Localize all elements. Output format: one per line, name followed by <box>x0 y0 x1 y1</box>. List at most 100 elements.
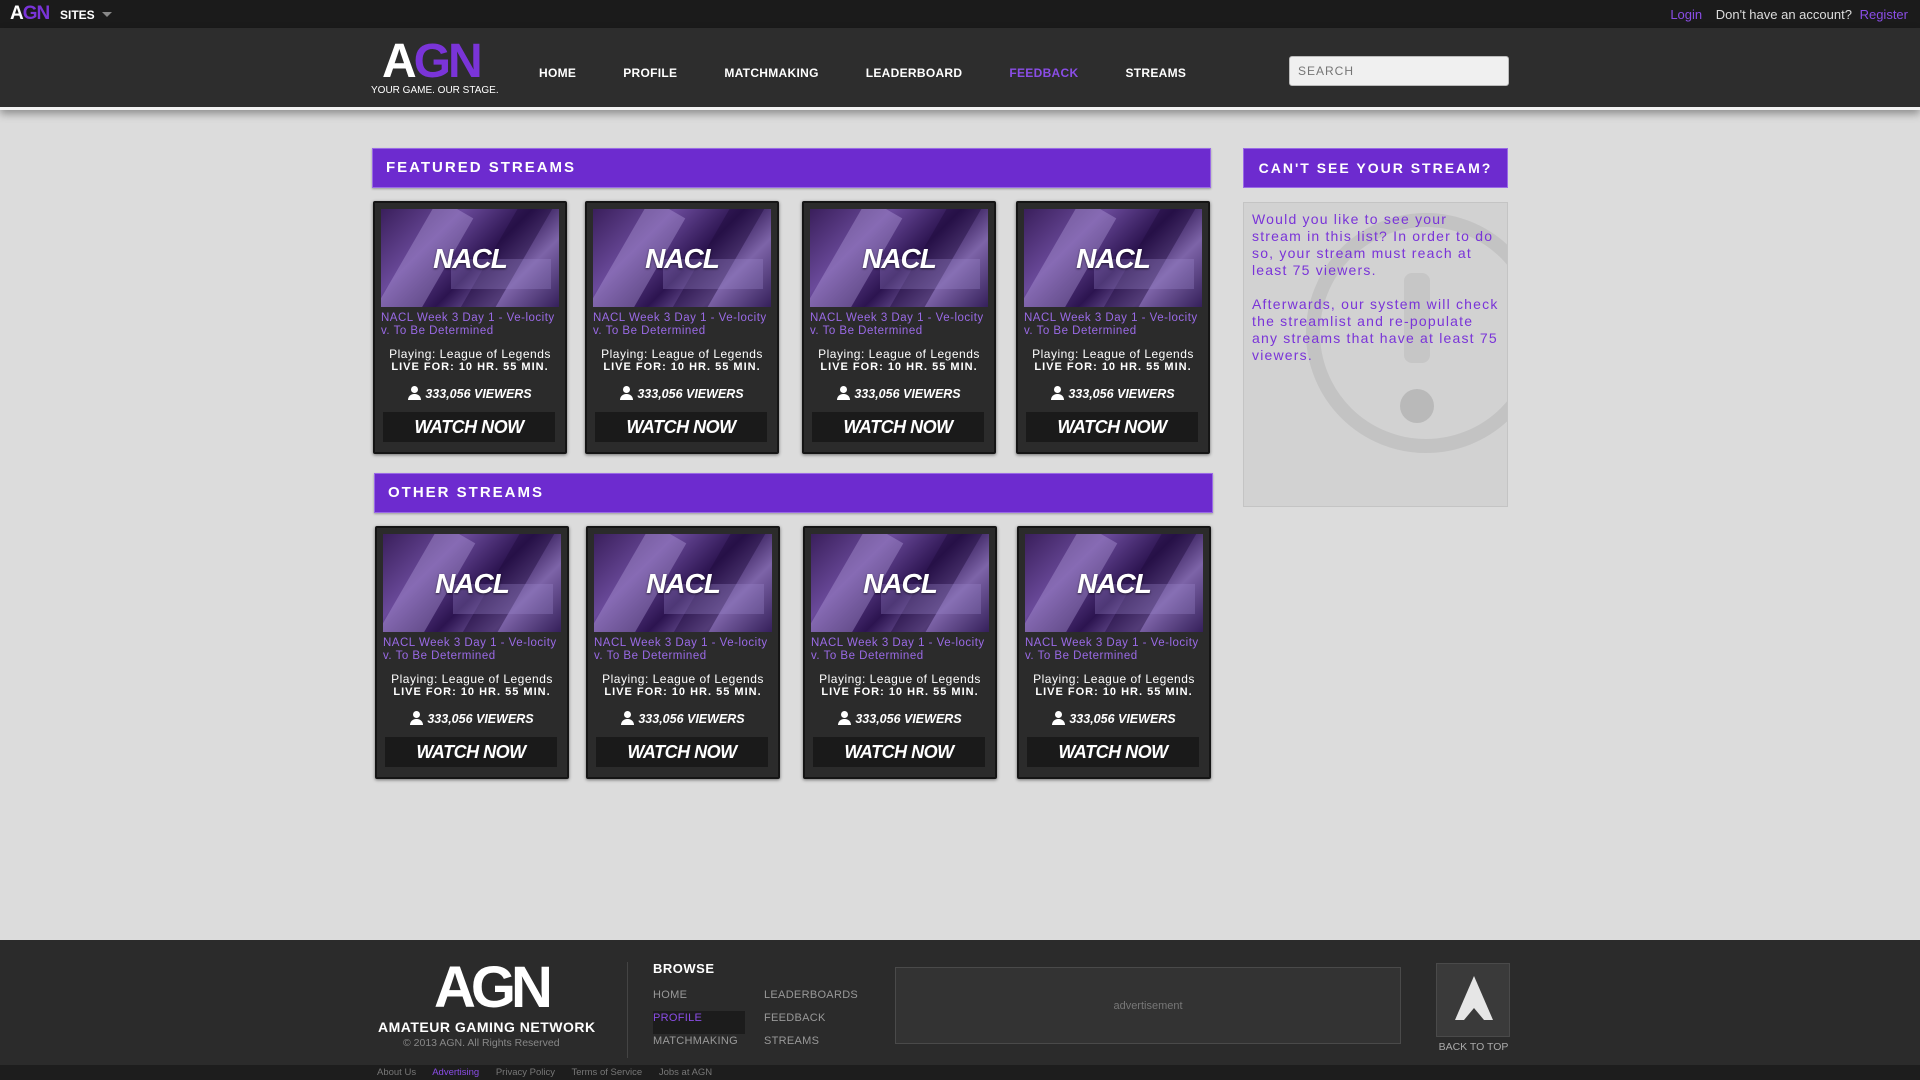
bottom-link-advertising[interactable]: Advertising <box>432 1067 479 1078</box>
account-links: Login Don't have an account? Register <box>1670 7 1908 22</box>
stream-game: Playing: League of Legends <box>819 672 981 686</box>
thumbnail-label: NACL <box>863 568 938 599</box>
featured-streams-heading: FEATURED STREAMS <box>372 148 1211 188</box>
advertisement-slot[interactable]: advertisement <box>895 967 1401 1044</box>
stream-thumbnail[interactable]: NACL <box>383 534 561 632</box>
stream-thumbnail[interactable]: NACL <box>1025 534 1203 632</box>
nav-feedback[interactable]: FEEDBACK <box>1009 66 1078 80</box>
bottom-link-privacy-policy[interactable]: Privacy Policy <box>496 1067 555 1078</box>
watch-now-button[interactable]: WATCH NOW <box>596 737 768 767</box>
stream-viewers: 333,056 VIEWERS <box>1018 386 1208 401</box>
stream-live-duration: LIVE FOR: 10 HR. 55 MIN. <box>603 361 761 373</box>
stream-card[interactable]: NACL NACL Week 3 Day 1 - Ve-locity v. To … <box>373 201 567 454</box>
watch-now-button[interactable]: WATCH NOW <box>1027 737 1199 767</box>
stream-title[interactable]: NACL Week 3 Day 1 - Ve-locity v. To Be D… <box>381 312 561 338</box>
stream-viewers: 333,056 VIEWERS <box>377 711 567 726</box>
nav-profile[interactable]: PROFILE <box>623 66 677 80</box>
stream-viewers: 333,056 VIEWERS <box>587 386 777 401</box>
stream-title[interactable]: NACL Week 3 Day 1 - Ve-locity v. To Be D… <box>810 312 990 338</box>
watch-now-button[interactable]: WATCH NOW <box>813 737 985 767</box>
back-to-top-button[interactable] <box>1436 963 1510 1037</box>
stream-live-duration: LIVE FOR: 10 HR. 55 MIN. <box>604 686 762 698</box>
stream-title[interactable]: NACL Week 3 Day 1 - Ve-locity v. To Be D… <box>594 637 774 663</box>
arrow-up-icon-notch <box>1464 1008 1484 1020</box>
stream-viewers: 333,056 VIEWERS <box>375 386 565 401</box>
stream-thumbnail[interactable]: NACL <box>810 209 988 307</box>
stream-live-duration: LIVE FOR: 10 HR. 55 MIN. <box>391 361 549 373</box>
back-to-top-label[interactable]: BACK TO TOP <box>1436 1041 1511 1053</box>
chevron-down-icon[interactable] <box>102 12 112 17</box>
viewer-count: 333,056 VIEWERS <box>638 712 745 726</box>
footer-browse-heading: BROWSE <box>653 961 715 976</box>
top-bar: AGN SITES Login Don't have an account? R… <box>0 0 1920 28</box>
person-icon <box>410 711 424 725</box>
bottom-link-about-us[interactable]: About Us <box>377 1067 416 1078</box>
footer-link-matchmaking[interactable]: MATCHMAKING <box>653 1034 745 1057</box>
main-nav: HOME PROFILE MATCHMAKING LEADERBOARD FEE… <box>539 66 1233 80</box>
stream-thumbnail[interactable]: NACL <box>594 534 772 632</box>
nav-home[interactable]: HOME <box>539 66 576 80</box>
stream-card[interactable]: NACL NACL Week 3 Day 1 - Ve-locity v. To … <box>802 201 996 454</box>
footer-link-profile[interactable]: PROFILE <box>653 1011 745 1034</box>
logo-letters-gn: GN <box>413 35 483 88</box>
bottom-link-terms-of-service[interactable]: Terms of Service <box>571 1067 642 1078</box>
brand-letter-a: A <box>10 3 24 24</box>
bottom-link-jobs[interactable]: Jobs at AGN <box>659 1067 712 1078</box>
stream-game: Playing: League of Legends <box>1032 347 1194 361</box>
watch-now-button[interactable]: WATCH NOW <box>385 737 557 767</box>
viewer-count: 333,056 VIEWERS <box>1069 712 1176 726</box>
stream-game: Playing: League of Legends <box>389 347 551 361</box>
sites-dropdown[interactable]: SITES <box>60 8 95 22</box>
footer-link-home[interactable]: HOME <box>653 988 745 1011</box>
stream-title[interactable]: NACL Week 3 Day 1 - Ve-locity v. To Be D… <box>1025 637 1205 663</box>
nav-streams[interactable]: STREAMS <box>1125 66 1186 80</box>
footer-network-name: AMATEUR GAMING NETWORK <box>378 1019 596 1035</box>
watch-now-button[interactable]: WATCH NOW <box>595 412 767 442</box>
stream-title[interactable]: NACL Week 3 Day 1 - Ve-locity v. To Be D… <box>1024 312 1204 338</box>
footer-copyright: © 2013 AGN. All Rights Reserved <box>403 1037 560 1049</box>
person-icon <box>837 386 851 400</box>
stream-card[interactable]: NACL NACL Week 3 Day 1 - Ve-locity v. To … <box>586 526 780 779</box>
register-link[interactable]: Register <box>1860 7 1908 22</box>
stream-thumbnail[interactable]: NACL <box>381 209 559 307</box>
site-logo[interactable]: AGN <box>382 35 483 88</box>
cant-see-stream-heading: CAN'T SEE YOUR STREAM? <box>1243 148 1508 188</box>
sites-brand-logo[interactable]: AGN <box>10 3 50 25</box>
login-link[interactable]: Login <box>1670 7 1702 22</box>
nav-matchmaking[interactable]: MATCHMAKING <box>724 66 818 80</box>
viewer-count: 333,056 VIEWERS <box>427 712 534 726</box>
info-paragraph-1: Would you like to see your stream in thi… <box>1252 211 1494 278</box>
search-input[interactable] <box>1289 56 1509 86</box>
stream-card[interactable]: NACL NACL Week 3 Day 1 - Ve-locity v. To … <box>803 526 997 779</box>
stream-thumbnail[interactable]: NACL <box>1024 209 1202 307</box>
watch-now-button[interactable]: WATCH NOW <box>1026 412 1198 442</box>
question-mark-dot <box>1400 389 1434 423</box>
thumbnail-label: NACL <box>435 568 510 599</box>
watch-now-button[interactable]: WATCH NOW <box>812 412 984 442</box>
stream-card[interactable]: NACL NACL Week 3 Day 1 - Ve-locity v. To … <box>375 526 569 779</box>
other-streams-heading: OTHER STREAMS <box>374 473 1213 513</box>
stream-card[interactable]: NACL NACL Week 3 Day 1 - Ve-locity v. To … <box>1016 201 1210 454</box>
stream-title[interactable]: NACL Week 3 Day 1 - Ve-locity v. To Be D… <box>811 637 991 663</box>
footer-logo[interactable]: AGN <box>434 959 553 1017</box>
footer-link-streams[interactable]: STREAMS <box>764 1034 858 1057</box>
viewer-count: 333,056 VIEWERS <box>637 387 744 401</box>
nav-leaderboard[interactable]: LEADERBOARD <box>866 66 963 80</box>
watch-now-button[interactable]: WATCH NOW <box>383 412 555 442</box>
stream-thumbnail[interactable]: NACL <box>811 534 989 632</box>
footer-link-leaderboards[interactable]: LEADERBOARDS <box>764 988 858 1011</box>
stream-card[interactable]: NACL NACL Week 3 Day 1 - Ve-locity v. To … <box>1017 526 1211 779</box>
footer-divider <box>627 962 628 1058</box>
person-icon <box>1051 386 1065 400</box>
cant-see-stream-info-box: Would you like to see your stream in thi… <box>1243 202 1508 507</box>
stream-title[interactable]: NACL Week 3 Day 1 - Ve-locity v. To Be D… <box>383 637 563 663</box>
viewer-count: 333,056 VIEWERS <box>855 712 962 726</box>
person-icon <box>620 386 634 400</box>
stream-thumbnail[interactable]: NACL <box>593 209 771 307</box>
footer-link-feedback[interactable]: FEEDBACK <box>764 1011 858 1034</box>
stream-card[interactable]: NACL NACL Week 3 Day 1 - Ve-locity v. To … <box>585 201 779 454</box>
thumbnail-label: NACL <box>646 568 721 599</box>
stream-title[interactable]: NACL Week 3 Day 1 - Ve-locity v. To Be D… <box>593 312 773 338</box>
footer-links-column-2: LEADERBOARDS FEEDBACK STREAMS <box>764 988 858 1057</box>
viewer-count: 333,056 VIEWERS <box>854 387 961 401</box>
